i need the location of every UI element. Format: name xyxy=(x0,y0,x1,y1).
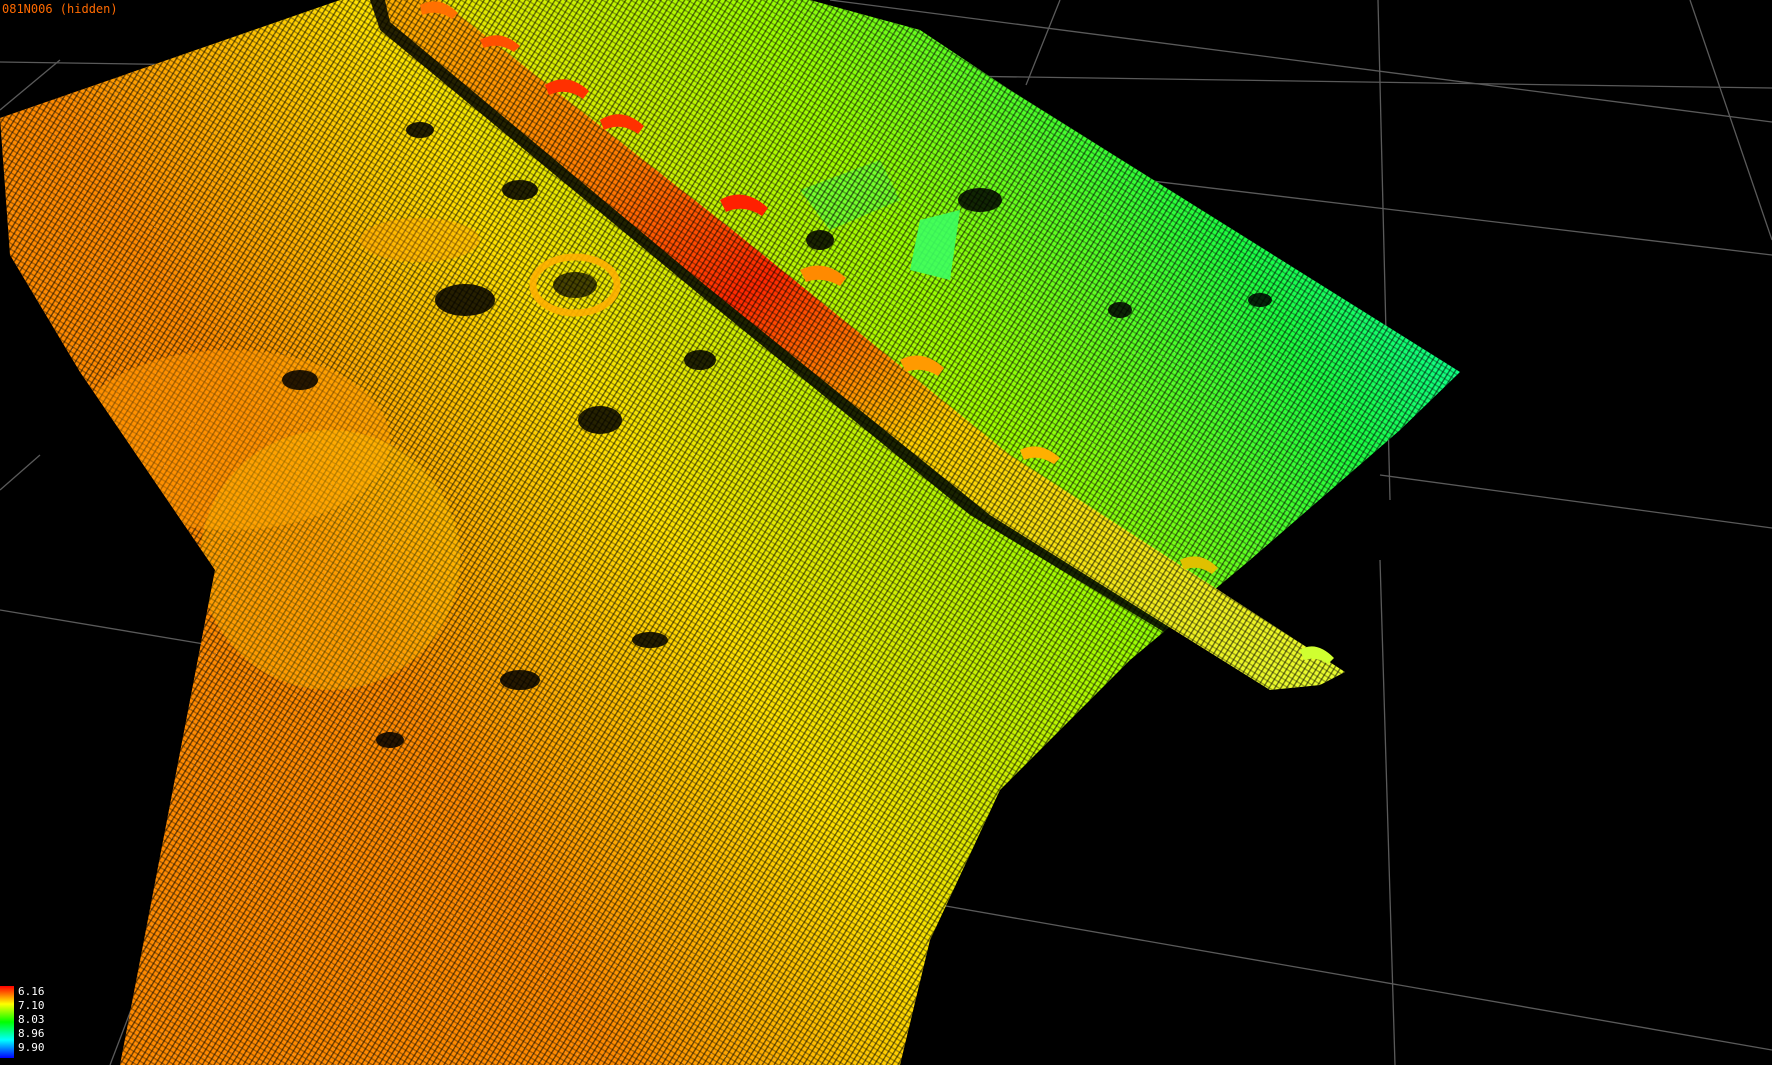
seafloor-point-cloud[interactable] xyxy=(0,0,1772,1065)
legend-value-1: 6.16 xyxy=(18,985,45,998)
3d-viewport[interactable]: 081N006 (hidden) 6.16 7.10 8.03 8.96 9.9… xyxy=(0,0,1772,1065)
legend-value-2: 7.10 xyxy=(18,999,45,1012)
legend-value-3: 8.03 xyxy=(18,1013,45,1026)
color-scale-legend: 6.16 7.10 8.03 8.96 9.90 xyxy=(0,986,60,1058)
legend-value-5: 9.90 xyxy=(18,1041,45,1054)
legend-value-4: 8.96 xyxy=(18,1027,45,1040)
layer-label: 081N006 (hidden) xyxy=(2,2,118,16)
color-scale-bar xyxy=(0,986,14,1058)
point-cloud-scene[interactable] xyxy=(0,0,1772,1065)
